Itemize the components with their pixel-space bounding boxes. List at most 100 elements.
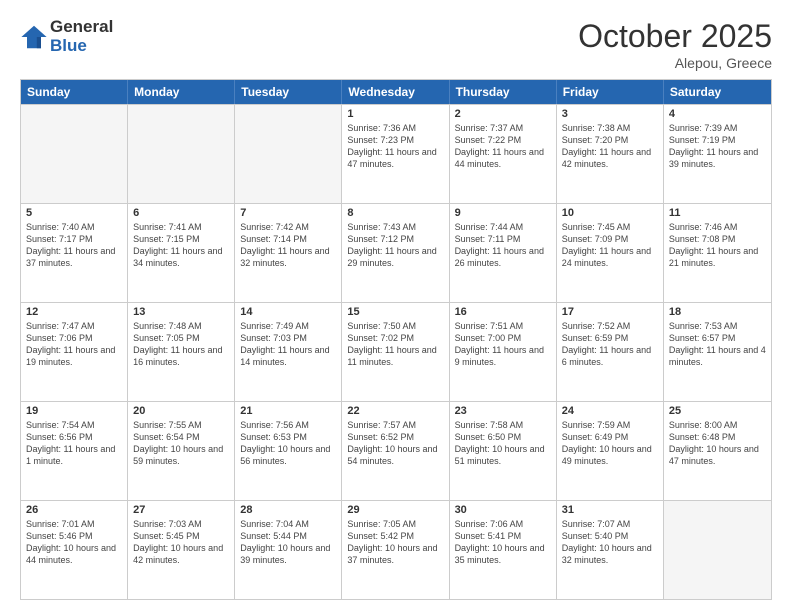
day-number: 19 xyxy=(26,405,122,417)
empty-cell xyxy=(21,105,128,203)
week-row-4: 19 Sunrise: 7:54 AMSunset: 6:56 PMDayligh… xyxy=(21,401,771,500)
calendar-header: Sunday Monday Tuesday Wednesday Thursday… xyxy=(21,80,771,104)
empty-cell xyxy=(128,105,235,203)
day-cell-14: 14 Sunrise: 7:49 AMSunset: 7:03 PMDayligh… xyxy=(235,303,342,401)
day-info: Sunrise: 7:46 AMSunset: 7:08 PMDaylight:… xyxy=(669,221,766,270)
header-tuesday: Tuesday xyxy=(235,80,342,104)
day-cell-2: 2 Sunrise: 7:37 AMSunset: 7:22 PMDaylight… xyxy=(450,105,557,203)
day-number: 1 xyxy=(347,108,443,120)
day-number: 5 xyxy=(26,207,122,219)
header-thursday: Thursday xyxy=(450,80,557,104)
day-cell-3: 3 Sunrise: 7:38 AMSunset: 7:20 PMDaylight… xyxy=(557,105,664,203)
day-info: Sunrise: 7:41 AMSunset: 7:15 PMDaylight:… xyxy=(133,221,229,270)
day-number: 15 xyxy=(347,306,443,318)
day-info: Sunrise: 7:04 AMSunset: 5:44 PMDaylight:… xyxy=(240,518,336,567)
day-number: 26 xyxy=(26,504,122,516)
day-cell-6: 6 Sunrise: 7:41 AMSunset: 7:15 PMDaylight… xyxy=(128,204,235,302)
day-info: Sunrise: 7:39 AMSunset: 7:19 PMDaylight:… xyxy=(669,122,766,171)
logo-text: General Blue xyxy=(50,18,113,55)
day-info: Sunrise: 7:54 AMSunset: 6:56 PMDaylight:… xyxy=(26,419,122,468)
header-monday: Monday xyxy=(128,80,235,104)
logo: General Blue xyxy=(20,18,113,55)
day-number: 9 xyxy=(455,207,551,219)
day-cell-31: 31Sunrise: 7:07 AMSunset: 5:40 PMDayligh… xyxy=(557,501,664,599)
day-info: Sunrise: 7:01 AMSunset: 5:46 PMDaylight:… xyxy=(26,518,122,567)
day-number: 6 xyxy=(133,207,229,219)
day-number: 17 xyxy=(562,306,658,318)
week-row-5: 26 Sunrise: 7:01 AMSunset: 5:46 PMDayligh… xyxy=(21,500,771,599)
day-number: 23 xyxy=(455,405,551,417)
day-cell-9: 9 Sunrise: 7:44 AMSunset: 7:11 PMDaylight… xyxy=(450,204,557,302)
day-cell-7: 7Sunrise: 7:42 AMSunset: 7:14 PMDaylight… xyxy=(235,204,342,302)
day-info: Sunrise: 7:52 AMSunset: 6:59 PMDaylight:… xyxy=(562,320,658,369)
day-number: 25 xyxy=(669,405,766,417)
header-friday: Friday xyxy=(557,80,664,104)
day-info: Sunrise: 7:03 AMSunset: 5:45 PMDaylight:… xyxy=(133,518,229,567)
day-info: Sunrise: 7:56 AMSunset: 6:53 PMDaylight:… xyxy=(240,419,336,468)
empty-cell xyxy=(235,105,342,203)
day-number: 21 xyxy=(240,405,336,417)
day-info: Sunrise: 7:06 AMSunset: 5:41 PMDaylight:… xyxy=(455,518,551,567)
day-info: Sunrise: 7:59 AMSunset: 6:49 PMDaylight:… xyxy=(562,419,658,468)
day-info: Sunrise: 7:49 AMSunset: 7:03 PMDaylight:… xyxy=(240,320,336,369)
week-row-2: 5 Sunrise: 7:40 AMSunset: 7:17 PMDaylight… xyxy=(21,203,771,302)
day-number: 28 xyxy=(240,504,336,516)
day-cell-23: 23 Sunrise: 7:58 AMSunset: 6:50 PMDayligh… xyxy=(450,402,557,500)
day-info: Sunrise: 7:45 AMSunset: 7:09 PMDaylight:… xyxy=(562,221,658,270)
day-info: Sunrise: 7:38 AMSunset: 7:20 PMDaylight:… xyxy=(562,122,658,171)
day-cell-8: 8 Sunrise: 7:43 AMSunset: 7:12 PMDaylight… xyxy=(342,204,449,302)
day-number: 29 xyxy=(347,504,443,516)
day-info: Sunrise: 7:43 AMSunset: 7:12 PMDaylight:… xyxy=(347,221,443,270)
day-cell-5: 5 Sunrise: 7:40 AMSunset: 7:17 PMDaylight… xyxy=(21,204,128,302)
day-cell-29: 29 Sunrise: 7:05 AMSunset: 5:42 PMDayligh… xyxy=(342,501,449,599)
day-info: Sunrise: 7:50 AMSunset: 7:02 PMDaylight:… xyxy=(347,320,443,369)
day-cell-19: 19 Sunrise: 7:54 AMSunset: 6:56 PMDayligh… xyxy=(21,402,128,500)
day-cell-21: 21 Sunrise: 7:56 AMSunset: 6:53 PMDayligh… xyxy=(235,402,342,500)
day-info: Sunrise: 7:37 AMSunset: 7:22 PMDaylight:… xyxy=(455,122,551,171)
day-number: 7 xyxy=(240,207,336,219)
header-sunday: Sunday xyxy=(21,80,128,104)
day-number: 8 xyxy=(347,207,443,219)
day-number: 3 xyxy=(562,108,658,120)
header-wednesday: Wednesday xyxy=(342,80,449,104)
day-number: 2 xyxy=(455,108,551,120)
day-info: Sunrise: 7:58 AMSunset: 6:50 PMDaylight:… xyxy=(455,419,551,468)
day-info: Sunrise: 7:36 AMSunset: 7:23 PMDaylight:… xyxy=(347,122,443,171)
day-info: Sunrise: 7:07 AMSunset: 5:40 PMDaylight:… xyxy=(562,518,658,567)
logo-general: General xyxy=(50,18,113,37)
day-cell-1: 1 Sunrise: 7:36 AMSunset: 7:23 PMDaylight… xyxy=(342,105,449,203)
calendar: Sunday Monday Tuesday Wednesday Thursday… xyxy=(20,79,772,600)
day-number: 22 xyxy=(347,405,443,417)
day-number: 11 xyxy=(669,207,766,219)
day-number: 20 xyxy=(133,405,229,417)
logo-blue: Blue xyxy=(50,37,113,56)
day-number: 14 xyxy=(240,306,336,318)
day-cell-18: 18Sunrise: 7:53 AMSunset: 6:57 PMDayligh… xyxy=(664,303,771,401)
day-info: Sunrise: 7:44 AMSunset: 7:11 PMDaylight:… xyxy=(455,221,551,270)
day-number: 12 xyxy=(26,306,122,318)
day-cell-26: 26 Sunrise: 7:01 AMSunset: 5:46 PMDayligh… xyxy=(21,501,128,599)
day-cell-28: 28 Sunrise: 7:04 AMSunset: 5:44 PMDayligh… xyxy=(235,501,342,599)
day-cell-12: 12Sunrise: 7:47 AMSunset: 7:06 PMDayligh… xyxy=(21,303,128,401)
header-saturday: Saturday xyxy=(664,80,771,104)
day-cell-24: 24Sunrise: 7:59 AMSunset: 6:49 PMDayligh… xyxy=(557,402,664,500)
day-cell-27: 27 Sunrise: 7:03 AMSunset: 5:45 PMDayligh… xyxy=(128,501,235,599)
day-info: Sunrise: 7:05 AMSunset: 5:42 PMDaylight:… xyxy=(347,518,443,567)
week-row-3: 12Sunrise: 7:47 AMSunset: 7:06 PMDayligh… xyxy=(21,302,771,401)
day-number: 4 xyxy=(669,108,766,120)
day-cell-22: 22 Sunrise: 7:57 AMSunset: 6:52 PMDayligh… xyxy=(342,402,449,500)
day-cell-11: 11 Sunrise: 7:46 AMSunset: 7:08 PMDayligh… xyxy=(664,204,771,302)
day-info: Sunrise: 8:00 AMSunset: 6:48 PMDaylight:… xyxy=(669,419,766,468)
day-cell-17: 17 Sunrise: 7:52 AMSunset: 6:59 PMDayligh… xyxy=(557,303,664,401)
day-number: 13 xyxy=(133,306,229,318)
empty-cell xyxy=(664,501,771,599)
calendar-body: 1 Sunrise: 7:36 AMSunset: 7:23 PMDaylight… xyxy=(21,104,771,599)
day-info: Sunrise: 7:57 AMSunset: 6:52 PMDaylight:… xyxy=(347,419,443,468)
day-cell-25: 25 Sunrise: 8:00 AMSunset: 6:48 PMDayligh… xyxy=(664,402,771,500)
logo-icon xyxy=(20,23,48,51)
day-info: Sunrise: 7:51 AMSunset: 7:00 PMDaylight:… xyxy=(455,320,551,369)
day-number: 27 xyxy=(133,504,229,516)
day-cell-16: 16Sunrise: 7:51 AMSunset: 7:00 PMDayligh… xyxy=(450,303,557,401)
day-info: Sunrise: 7:40 AMSunset: 7:17 PMDaylight:… xyxy=(26,221,122,270)
day-info: Sunrise: 7:53 AMSunset: 6:57 PMDaylight:… xyxy=(669,320,766,369)
